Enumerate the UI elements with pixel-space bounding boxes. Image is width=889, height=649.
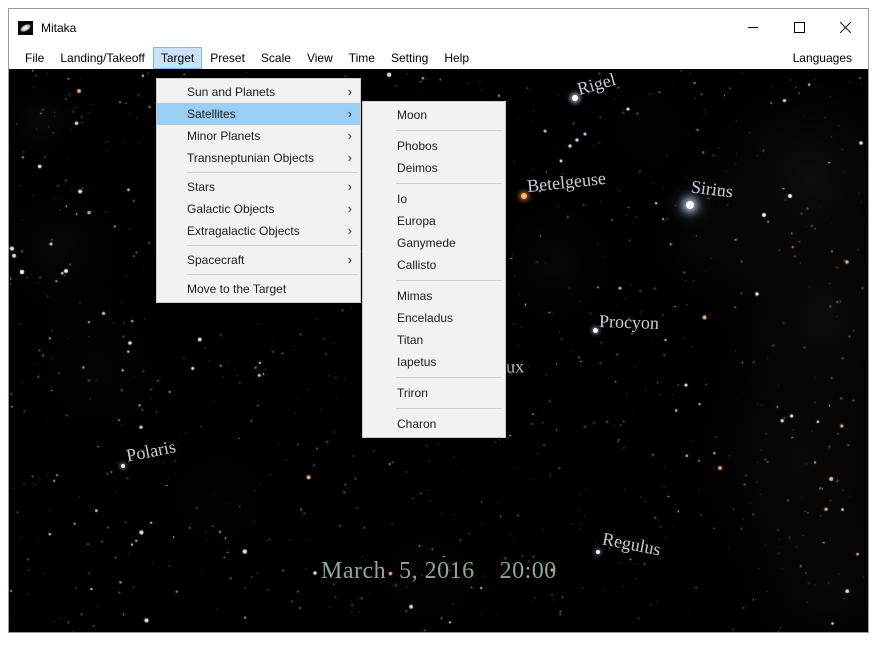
menu-item-iapetus[interactable]: Iapetus xyxy=(363,351,505,373)
minimize-button[interactable] xyxy=(730,9,776,46)
minimize-icon xyxy=(748,27,758,28)
menu-item-phobos[interactable]: Phobos xyxy=(363,135,505,157)
close-icon xyxy=(839,21,852,34)
time-text: 20:00 xyxy=(499,558,557,584)
menu-target[interactable]: Target xyxy=(152,46,203,69)
menu-item-europa[interactable]: Europa xyxy=(363,210,505,232)
menu-separator xyxy=(396,377,502,378)
maximize-icon xyxy=(793,22,805,33)
chevron-right-icon: › xyxy=(347,106,352,121)
chevron-right-icon: › xyxy=(347,179,352,194)
menu-separator xyxy=(396,130,502,131)
maximize-button[interactable] xyxy=(776,9,822,46)
star-polaris xyxy=(121,464,125,468)
menu-item-deimos[interactable]: Deimos xyxy=(363,157,505,179)
menu-file[interactable]: File xyxy=(17,47,52,69)
menu-separator xyxy=(187,245,358,246)
menu-item-ganymede[interactable]: Ganymede xyxy=(363,232,505,254)
menu-item-move-to-the-target[interactable]: Move to the Target xyxy=(157,278,360,300)
menu-separator xyxy=(396,408,502,409)
menu-item-spacecraft[interactable]: Spacecraft › xyxy=(157,249,360,271)
window-controls xyxy=(730,9,868,46)
menu-separator xyxy=(187,172,358,173)
chevron-right-icon: › xyxy=(347,201,352,216)
mitaka-window: Mitaka File Landing/Takeoff Target Prese… xyxy=(8,8,869,633)
star-sirius xyxy=(686,201,694,209)
close-button[interactable] xyxy=(822,9,868,46)
menu-scale[interactable]: Scale xyxy=(253,47,299,69)
menu-view[interactable]: View xyxy=(299,47,341,69)
chevron-right-icon: › xyxy=(347,150,352,165)
screenshot-root: Mitaka File Landing/Takeoff Target Prese… xyxy=(0,0,889,649)
window-title: Mitaka xyxy=(41,20,77,35)
menu-item-extragalactic-objects[interactable]: Extragalactic Objects › xyxy=(157,220,360,242)
menu-help[interactable]: Help xyxy=(436,47,477,69)
menu-preset[interactable]: Preset xyxy=(202,47,253,69)
menu-item-charon[interactable]: Charon xyxy=(363,413,505,435)
menu-item-enceladus[interactable]: Enceladus xyxy=(363,307,505,329)
menu-item-galactic-objects[interactable]: Galactic Objects › xyxy=(157,198,360,220)
menu-separator xyxy=(396,183,502,184)
menu-item-sun-and-planets[interactable]: Sun and Planets › xyxy=(157,81,360,103)
satellites-submenu: Moon Phobos Deimos Io Europa Ganymede Ca… xyxy=(362,101,506,438)
date-text: March 5, 2016 xyxy=(321,558,475,584)
menu-setting[interactable]: Setting xyxy=(383,47,436,69)
menu-languages[interactable]: Languages xyxy=(785,47,860,69)
menu-separator xyxy=(187,274,358,275)
menu-item-transneptunian-objects[interactable]: Transneptunian Objects › xyxy=(157,147,360,169)
menu-time[interactable]: Time xyxy=(341,47,383,69)
menu-item-satellites[interactable]: Satellites › xyxy=(157,103,360,125)
chevron-right-icon: › xyxy=(347,223,352,238)
chevron-right-icon: › xyxy=(347,84,352,99)
menu-item-minor-planets[interactable]: Minor Planets › xyxy=(157,125,360,147)
star-rigel xyxy=(572,95,578,101)
titlebar[interactable]: Mitaka xyxy=(9,9,868,46)
target-dropdown-menu: Sun and Planets › Satellites › Minor Plane… xyxy=(156,78,361,303)
chevron-right-icon: › xyxy=(347,128,352,143)
menu-item-callisto[interactable]: Callisto xyxy=(363,254,505,276)
galaxy-icon xyxy=(18,20,33,35)
star-regulus xyxy=(596,550,600,554)
star-betelgeuse xyxy=(521,193,527,199)
menu-landing-takeoff[interactable]: Landing/Takeoff xyxy=(52,47,153,69)
menu-separator xyxy=(396,280,502,281)
menu-item-triron[interactable]: Triron xyxy=(363,382,505,404)
menu-item-moon[interactable]: Moon xyxy=(363,104,505,126)
star-procyon xyxy=(593,328,598,333)
chevron-right-icon: › xyxy=(347,252,352,267)
menubar: File Landing/Takeoff Target Preset Scale… xyxy=(9,46,868,69)
menu-item-io[interactable]: Io xyxy=(363,188,505,210)
menu-item-stars[interactable]: Stars › xyxy=(157,176,360,198)
menu-item-titan[interactable]: Titan xyxy=(363,329,505,351)
star-label-procyon: Procyon xyxy=(598,310,660,334)
datetime-display: March 5, 2016 20:00 xyxy=(321,558,557,585)
menu-item-mimas[interactable]: Mimas xyxy=(363,285,505,307)
